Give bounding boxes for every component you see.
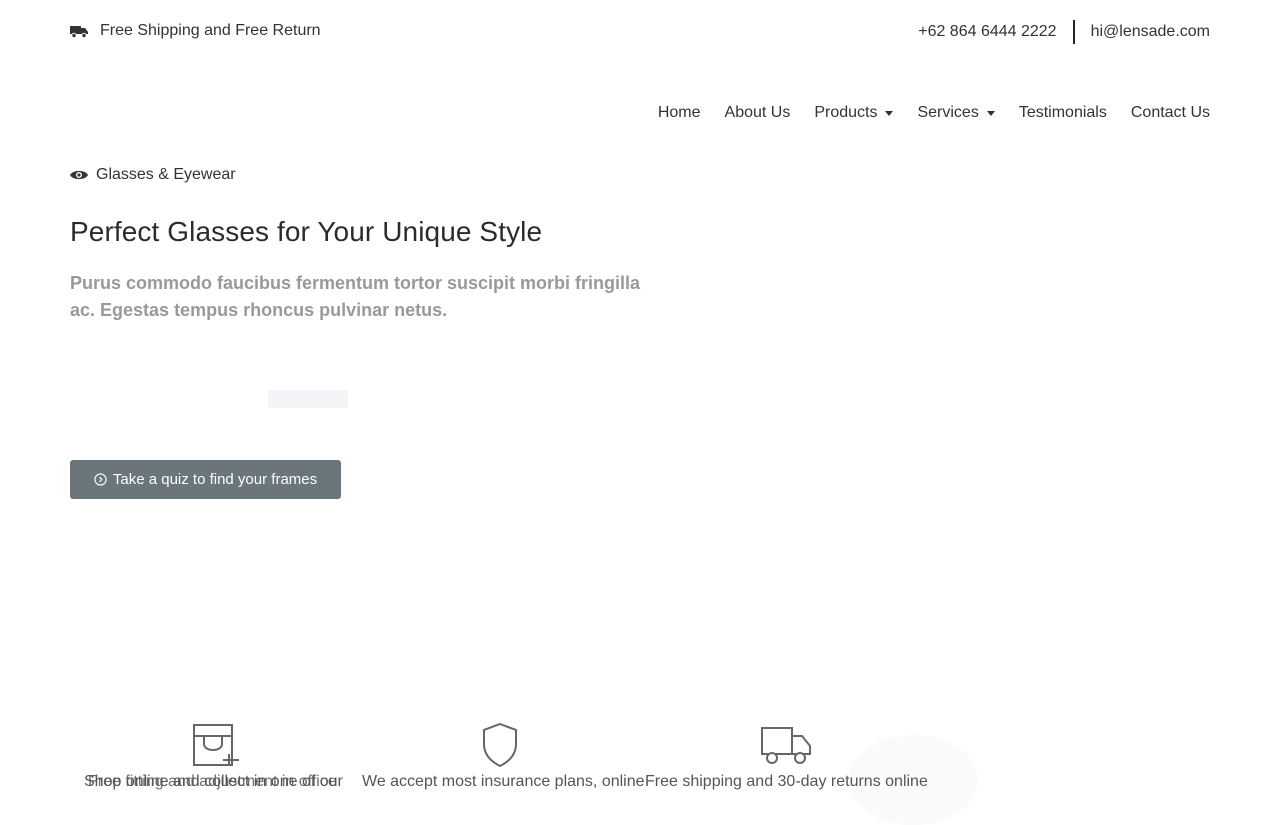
eyebrow-text: Glasses & Eyewear: [96, 166, 236, 183]
features-row: Shop online and collect in one of our Fr…: [0, 720, 1280, 800]
caret-down-icon: [885, 110, 894, 116]
nav-label: Services: [917, 104, 979, 121]
store-icon: [193, 724, 239, 766]
contact-info: +62 864 6444 2222 hi@lensade.com: [918, 20, 1210, 44]
faded-placeholder: [268, 390, 348, 408]
nav-item-testimonials[interactable]: Testimonials: [1019, 104, 1107, 122]
truck-icon: [761, 727, 811, 764]
shield-icon: [483, 722, 517, 768]
eye-icon: [70, 170, 88, 180]
nav-item-products[interactable]: Products: [814, 104, 894, 122]
caret-down-icon: [986, 110, 995, 116]
hero-eyebrow: Glasses & Eyewear: [70, 166, 670, 184]
feature-text-insurance: We accept most insurance plans, online: [362, 773, 645, 790]
hero-section: Glasses & Eyewear Perfect Glasses for Yo…: [70, 166, 670, 320]
main-nav: Home About Us Products Services Testimon…: [634, 104, 1210, 122]
quiz-button-label: Take a quiz to find your frames: [112, 471, 318, 488]
shipping-notice: Free Shipping and Free Return: [70, 22, 321, 40]
quiz-button[interactable]: Take a quiz to find your frames: [70, 460, 341, 499]
contact-divider: [1072, 20, 1075, 44]
hero-title: Perfect Glasses for Your Unique Style: [70, 216, 543, 247]
nav-label: About Us: [724, 104, 791, 121]
phone-link[interactable]: +62 864 6444 2222: [918, 23, 1056, 41]
nav-label: Testimonials: [1018, 104, 1107, 121]
nav-item-home[interactable]: Home: [658, 104, 701, 122]
nav-label: Home: [657, 104, 701, 121]
shipping-text: Free Shipping and Free Return: [100, 22, 321, 39]
nav-item-about-us[interactable]: About Us: [725, 104, 791, 122]
chevron-circle-right-icon: [94, 473, 107, 486]
nav-label: Contact Us: [1130, 104, 1210, 121]
nav-item-contact-us[interactable]: Contact Us: [1131, 104, 1210, 122]
truck-icon: [70, 26, 88, 38]
email-link[interactable]: hi@lensade.com: [1091, 23, 1210, 41]
hero-subtitle: Purus commodo faucibus fermentum tortor …: [70, 273, 641, 320]
nav-label: Products: [814, 104, 878, 121]
feature-text-shipping: Free shipping and 30-day returns online: [645, 773, 928, 790]
feature-text-fitting: Free fitting and adjustment in office: [88, 773, 337, 790]
nav-item-services[interactable]: Services: [917, 104, 995, 122]
top-bar: Free Shipping and Free Return +62 864 64…: [0, 0, 1280, 64]
